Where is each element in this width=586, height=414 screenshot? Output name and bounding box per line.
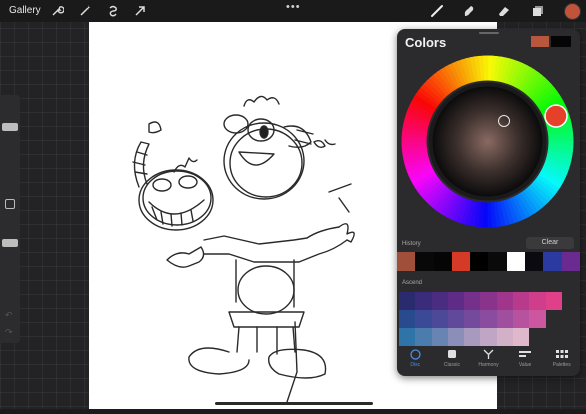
home-indicator[interactable] [215, 402, 373, 405]
tab-palettes[interactable]: Palettes [543, 347, 580, 376]
top-toolbar: Gallery ••• [0, 0, 586, 22]
palette-swatch[interactable] [480, 328, 497, 346]
colors-tab-bar: Disc Classic Harmony Value Palettes [397, 347, 580, 376]
tab-disc[interactable]: Disc [397, 347, 434, 376]
history-swatch[interactable] [470, 252, 489, 271]
disc-icon [410, 348, 421, 360]
history-label: History [402, 241, 421, 247]
transform-arrow-icon[interactable] [133, 4, 147, 18]
history-swatch[interactable] [561, 252, 580, 271]
palette-swatch[interactable] [496, 310, 514, 328]
palette-swatch[interactable] [513, 310, 530, 328]
palettes-icon [555, 350, 568, 358]
brush-size-slider[interactable] [2, 123, 18, 131]
left-sidebar: ↶ ↷ [0, 95, 20, 343]
tab-label: Disc [410, 362, 421, 368]
undo-icon[interactable]: ↶ [5, 310, 13, 321]
value-icon [519, 351, 532, 357]
palette-row [399, 292, 562, 310]
color-history-row [397, 252, 580, 271]
history-swatch[interactable] [488, 252, 507, 271]
tab-label: Classic [443, 362, 460, 368]
tab-label: Harmony [478, 362, 499, 368]
selection-icon[interactable] [106, 4, 120, 18]
eraser-icon[interactable] [497, 4, 511, 18]
palette-swatch[interactable] [496, 328, 514, 346]
clear-history-button[interactable]: Clear [526, 237, 574, 249]
tab-classic[interactable]: Classic [434, 347, 471, 376]
palette-swatch[interactable] [431, 310, 448, 328]
history-swatch[interactable] [525, 252, 544, 271]
history-swatch[interactable] [415, 252, 434, 271]
palette-swatch[interactable] [399, 328, 416, 346]
palette-swatch[interactable] [415, 328, 432, 346]
colors-panel: Colors History Clear Ascend Disc Classic… [397, 29, 580, 376]
palette-swatch[interactable] [545, 292, 562, 310]
history-swatch[interactable] [543, 252, 562, 271]
palette-swatch[interactable] [464, 328, 481, 346]
palette-swatch[interactable] [399, 310, 416, 328]
palette-swatch[interactable] [464, 310, 481, 328]
brush-icon[interactable] [430, 4, 444, 18]
history-swatch[interactable] [451, 252, 471, 271]
palette-swatch[interactable] [480, 310, 497, 328]
palette-swatch[interactable] [415, 292, 432, 310]
palette-name: Ascend [402, 280, 423, 286]
gallery-button[interactable]: Gallery [9, 5, 41, 16]
history-swatch[interactable] [397, 252, 416, 271]
hue-handle [544, 104, 568, 128]
palette-swatch[interactable] [513, 328, 530, 346]
palette-swatch[interactable] [464, 292, 481, 310]
palette-swatch[interactable] [447, 310, 465, 328]
wrench-icon[interactable] [50, 4, 64, 18]
palette-swatch[interactable] [447, 328, 465, 346]
saturation-disc [432, 86, 543, 197]
palette-swatch[interactable] [496, 292, 514, 310]
palette-swatch[interactable] [431, 292, 448, 310]
palette-swatch[interactable] [529, 310, 546, 328]
palette-row [399, 328, 562, 346]
more-options-icon[interactable]: ••• [286, 1, 301, 13]
smudge-icon[interactable] [462, 4, 476, 18]
palette-grid [399, 292, 562, 346]
palette-swatch[interactable] [431, 328, 448, 346]
palette-swatch[interactable] [480, 292, 497, 310]
tab-label: Palettes [552, 362, 571, 368]
layers-icon[interactable] [531, 4, 545, 18]
panel-grip[interactable] [479, 32, 499, 34]
palette-swatch[interactable] [529, 292, 546, 310]
tab-value[interactable]: Value [507, 347, 544, 376]
classic-icon [447, 350, 456, 358]
previous-color-swatch[interactable] [551, 36, 571, 47]
history-swatch[interactable] [433, 252, 452, 271]
color-disc[interactable] [400, 54, 575, 229]
palette-swatch[interactable] [447, 292, 465, 310]
opacity-slider[interactable] [2, 239, 18, 247]
palette-swatch[interactable] [513, 292, 530, 310]
tab-label: Value [518, 362, 532, 368]
redo-icon[interactable]: ↷ [5, 327, 13, 338]
modify-button[interactable] [5, 199, 15, 209]
tab-harmony[interactable]: Harmony [470, 347, 507, 376]
harmony-icon [483, 349, 494, 359]
palette-swatch[interactable] [415, 310, 432, 328]
magic-wand-icon[interactable] [78, 4, 92, 18]
palette-row [399, 310, 562, 328]
active-color-button[interactable] [564, 3, 581, 20]
palette-swatch[interactable] [399, 292, 416, 310]
history-swatch[interactable] [506, 252, 526, 271]
panel-title: Colors [405, 35, 447, 50]
current-color-swatch[interactable] [531, 36, 549, 47]
